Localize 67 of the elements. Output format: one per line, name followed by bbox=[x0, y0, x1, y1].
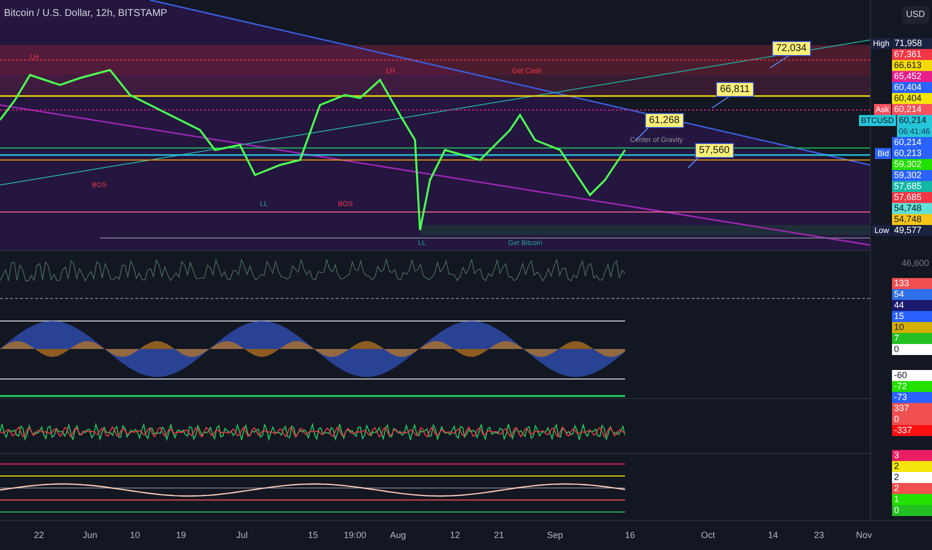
currency-button[interactable]: USD bbox=[902, 6, 929, 24]
axis-price-label: 60,404 bbox=[892, 93, 932, 104]
time-axis-label: 12 bbox=[450, 529, 460, 542]
axis-price-label: 2 bbox=[892, 461, 932, 472]
time-axis-label: Jul bbox=[236, 529, 248, 542]
axis-price-label: 0 bbox=[892, 505, 932, 516]
axis-price-label: 49,577 bbox=[892, 225, 932, 236]
axis-price-label: 67,361 bbox=[892, 49, 932, 60]
axis-price-label: 0 bbox=[892, 414, 932, 425]
time-axis-label: 19 bbox=[176, 529, 186, 542]
axis-price-label: -60 bbox=[892, 370, 932, 381]
time-axis-label: 21 bbox=[494, 529, 504, 542]
axis-price-label: 66,613 bbox=[892, 60, 932, 71]
axis-price-label: 71,958 bbox=[892, 38, 932, 49]
time-axis-label: 15 bbox=[308, 529, 318, 542]
axis-price-label: 7 bbox=[892, 333, 932, 344]
axis-price-label: 59,302 bbox=[892, 170, 932, 181]
leader-line bbox=[688, 156, 700, 168]
price-callout: 61,268 bbox=[645, 113, 684, 128]
axis-price-label: 1 bbox=[892, 494, 932, 505]
axis-value: 46,600 bbox=[901, 257, 929, 270]
axis-price-label: 59,302 bbox=[892, 159, 932, 170]
leader-line bbox=[770, 54, 790, 68]
axis-price-label: 44 bbox=[892, 300, 932, 311]
time-axis-label: Sep bbox=[547, 529, 563, 542]
axis-price-label: -337 bbox=[892, 425, 932, 436]
axis-price-label: -73 bbox=[892, 392, 932, 403]
time-axis-label: 14 bbox=[768, 529, 778, 542]
axis-price-label: 60,213 bbox=[892, 148, 932, 159]
axis-price-label: 133 bbox=[892, 278, 932, 289]
time-axis-label: Oct bbox=[701, 529, 715, 542]
time-axis-label: Aug bbox=[390, 529, 406, 542]
axis-price-label: 3 bbox=[892, 450, 932, 461]
price-callout: 57,560 bbox=[695, 143, 734, 158]
price-callout: 72,034 bbox=[772, 41, 811, 56]
chart-title: Bitcoin / U.S. Dollar, 12h, BITSTAMP bbox=[4, 7, 168, 21]
axis-price-label: 60,214 bbox=[892, 137, 932, 148]
axis-price-label: 15 bbox=[892, 311, 932, 322]
time-axis-label: 16 bbox=[625, 529, 635, 542]
time-axis-label: Nov bbox=[856, 529, 872, 542]
time-axis-label: 10 bbox=[130, 529, 140, 542]
price-tag: BTCUSD bbox=[858, 115, 896, 126]
axis-price-label: 60,214 bbox=[892, 104, 932, 115]
axis-price-label: 10 bbox=[892, 322, 932, 333]
price-tag: Low bbox=[872, 225, 891, 236]
axis-price-label: 0 bbox=[892, 344, 932, 355]
axis-price-label: 57,685 bbox=[892, 192, 932, 203]
axis-price-label: 2 bbox=[892, 472, 932, 483]
axis-price-label: 337 bbox=[892, 403, 932, 414]
axis-price-label: 54 bbox=[892, 289, 932, 300]
axis-price-label: 60,214 06:41:46 bbox=[896, 115, 932, 137]
time-axis-label: 19:00 bbox=[344, 529, 366, 542]
price-tag: Ask bbox=[874, 104, 891, 115]
axis-price-label: 57,685 bbox=[892, 181, 932, 192]
axis-price-label: 2 bbox=[892, 483, 932, 494]
axis-price-label: 54,748 bbox=[892, 203, 932, 214]
leader-line bbox=[712, 96, 730, 108]
price-tag: High bbox=[871, 38, 892, 49]
axis-price-label: 60,404 bbox=[892, 82, 932, 93]
time-axis-label: 22 bbox=[34, 529, 44, 542]
axis-price-label: 65,452 bbox=[892, 71, 932, 82]
price-callout: 66,811 bbox=[716, 82, 754, 97]
time-axis-label: 23 bbox=[814, 529, 824, 542]
axis-price-label: -72 bbox=[892, 381, 932, 392]
price-tag: Bid bbox=[875, 148, 891, 159]
time-axis-label: Jun bbox=[82, 529, 98, 542]
axis-price-label: 54,748 bbox=[892, 214, 932, 225]
